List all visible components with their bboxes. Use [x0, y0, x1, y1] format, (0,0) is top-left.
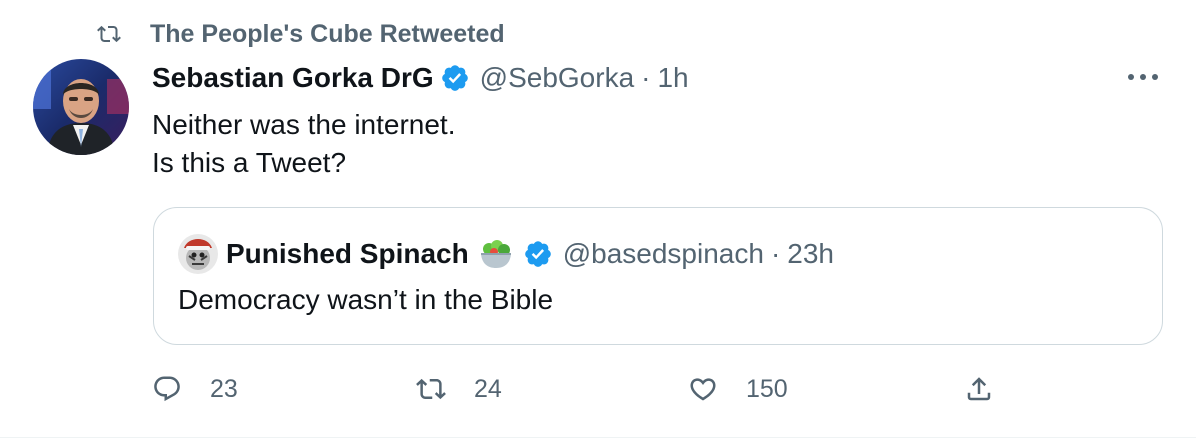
reply-icon — [150, 372, 184, 406]
quoted-tweet[interactable]: Punished Spinach @basedspinach · 23h Dem… — [153, 207, 1163, 345]
verified-badge-icon — [440, 63, 470, 93]
more-options-button[interactable] — [1126, 62, 1160, 92]
quoted-tweet-header: Punished Spinach @basedspinach · 23h — [178, 234, 834, 274]
quoted-tweet-text: Democracy wasn’t in the Bible — [178, 284, 554, 315]
salad-bowl-icon — [479, 238, 513, 270]
heart-icon — [686, 372, 720, 406]
retweet-context[interactable]: The People's Cube Retweeted — [94, 18, 505, 50]
tweet-header: Sebastian Gorka DrG @SebGorka · 1h — [152, 58, 689, 98]
retweet-button[interactable]: 24 — [414, 366, 502, 412]
separator-dot: · — [641, 62, 651, 93]
tweet[interactable]: The People's Cube Retweeted Sebastian Go… — [0, 0, 1196, 438]
retweet-label: The People's Cube Retweeted — [150, 19, 505, 48]
author-handle[interactable]: @SebGorka — [480, 62, 635, 94]
tweet-text: Neither was the internet. Is this a Twee… — [152, 106, 456, 182]
quoted-avatar[interactable] — [178, 234, 218, 274]
retweet-icon — [414, 372, 448, 406]
separator-dot: · — [770, 238, 781, 269]
quoted-timestamp[interactable]: 23h — [787, 238, 834, 270]
reply-button[interactable]: 23 — [150, 366, 238, 412]
tweet-text-line: Is this a Tweet? — [152, 147, 347, 178]
like-count: 150 — [746, 374, 788, 403]
quoted-author-handle[interactable]: @basedspinach — [563, 238, 764, 270]
reply-count: 23 — [210, 374, 238, 403]
more-dots-icon — [1128, 74, 1158, 80]
retweet-count: 24 — [474, 374, 502, 403]
like-button[interactable]: 150 — [686, 366, 788, 412]
author-name[interactable]: Sebastian Gorka DrG — [152, 62, 434, 94]
retweet-icon — [94, 19, 124, 49]
action-bar: 23 24 150 — [150, 366, 1050, 412]
tweet-timestamp[interactable]: 1h — [657, 62, 688, 94]
tweet-text-line: Neither was the internet. — [152, 109, 456, 140]
share-icon — [962, 372, 996, 406]
quoted-author-name[interactable]: Punished Spinach — [226, 238, 469, 270]
share-button[interactable] — [962, 366, 996, 412]
verified-badge-icon — [523, 239, 553, 269]
avatar[interactable] — [33, 59, 129, 155]
